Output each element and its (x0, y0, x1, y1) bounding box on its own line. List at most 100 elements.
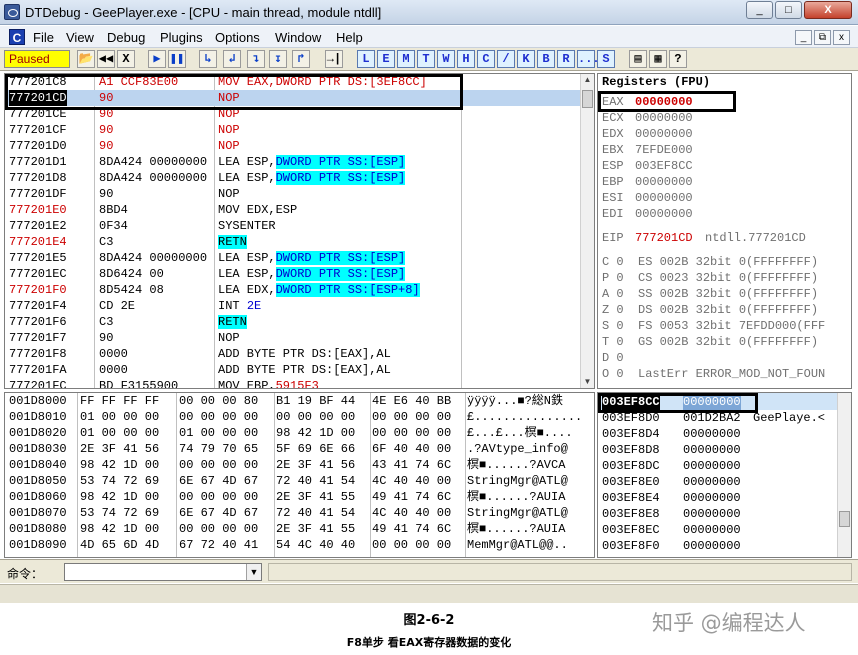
disassembly-row[interactable]: 777201DF 90 NOP (5, 186, 580, 202)
dump-row[interactable]: 001D8090 4D 65 6D 4D 67 72 40 41 54 4C 40 4… (5, 537, 594, 553)
flag-row[interactable]: C 0 ES 002B 32bit 0(FFFFFFFF) (602, 254, 818, 270)
source-window-button[interactable]: S (597, 50, 615, 68)
animate-into-icon[interactable]: ↴ (247, 50, 265, 68)
stack-row[interactable]: 003EF8D4 00000000 (598, 426, 838, 442)
disassembly-row[interactable]: 777201C8 A1 CCF83E00 MOV EAX,DWORD PTR DS:… (5, 74, 580, 90)
stack-pane[interactable]: 003EF8CC 00000000 003EF8D0 001D2BA2 GeePlaye… (597, 392, 852, 558)
stack-row[interactable]: 003EF8DC 00000000 (598, 458, 838, 474)
flag-row[interactable]: D 0 (602, 350, 624, 366)
disassembly-row[interactable]: 777201CD 90 NOP (5, 90, 580, 106)
stack-row[interactable]: 003EF8E8 00000000 (598, 506, 838, 522)
modules-window-button[interactable]: E (377, 50, 395, 68)
flag-row[interactable]: S 0 FS 0053 32bit 7EFDD000(FFF (602, 318, 825, 334)
disassembly-row[interactable]: 777201D1 8DA424 00000000 LEA ESP,DWORD PTR… (5, 154, 580, 170)
disassembly-row[interactable]: 777201CF 90 NOP (5, 122, 580, 138)
disassembly-row[interactable]: 777201F4 CD 2E INT 2E (5, 298, 580, 314)
execute-till-return-icon[interactable]: ↱ (292, 50, 310, 68)
run-trace-window-button[interactable]: ... (577, 50, 600, 68)
dump-row[interactable]: 001D8060 98 42 1D 00 00 00 00 00 2E 3F 41 5… (5, 489, 594, 505)
disassembly-row[interactable]: 777201F0 8D5424 08 LEA EDX,DWORD PTR SS:[E… (5, 282, 580, 298)
scroll-down-icon[interactable]: ▼ (581, 376, 594, 388)
menu-file[interactable]: File (33, 30, 54, 45)
disassembly-row[interactable]: 777201CE 90 NOP (5, 106, 580, 122)
cpu-window-icon[interactable]: C (9, 29, 25, 45)
flag-row[interactable]: P 0 CS 0023 32bit 0(FFFFFFFF) (602, 270, 818, 286)
call-stack-window-button[interactable]: K (517, 50, 535, 68)
stack-row[interactable]: 003EF8D8 00000000 (598, 442, 838, 458)
disassembly-row[interactable]: 777201FC BD F3155900 MOV EBP,5915F3 (5, 378, 580, 388)
disassembly-row[interactable]: 777201FA 0000 ADD BYTE PTR DS:[EAX],AL (5, 362, 580, 378)
dump-row[interactable]: 001D8070 53 74 72 69 6E 67 4D 67 72 40 41 5… (5, 505, 594, 521)
open-icon[interactable]: 📂 (77, 50, 95, 68)
breakpoints-window-button[interactable]: B (537, 50, 555, 68)
scroll-thumb[interactable] (839, 511, 850, 527)
list-icon[interactable]: ▤ (629, 50, 647, 68)
disassembly-row[interactable]: 777201E2 0F34 SYSENTER (5, 218, 580, 234)
disassembly-row[interactable]: 777201EC 8D6424 00 LEA ESP,DWORD PTR SS:[E… (5, 266, 580, 282)
disassembly-scrollbar[interactable]: ▲ ▼ (580, 74, 594, 388)
register-row[interactable]: EBP 00000000 (598, 174, 838, 190)
menu-debug[interactable]: Debug (107, 30, 145, 45)
dump-row[interactable]: 001D8040 98 42 1D 00 00 00 00 00 2E 3F 41 5… (5, 457, 594, 473)
restart-icon[interactable]: ◀◀ (97, 50, 115, 68)
animate-over-icon[interactable]: ↧ (269, 50, 287, 68)
menu-window[interactable]: Window (275, 30, 321, 45)
close-program-icon[interactable]: X (117, 50, 135, 68)
disassembly-row[interactable]: 777201E5 8DA424 00000000 LEA ESP,DWORD PTR… (5, 250, 580, 266)
chevron-down-icon[interactable]: ▼ (246, 564, 261, 580)
dump-row[interactable]: 001D8000 FF FF FF FF 00 00 00 80 B1 19 BF 4… (5, 393, 594, 409)
handles-window-button[interactable]: H (457, 50, 475, 68)
register-row[interactable]: EDI 00000000 (598, 206, 838, 222)
step-into-icon[interactable]: ↳ (199, 50, 217, 68)
menu-options[interactable]: Options (215, 30, 260, 45)
disassembly-row[interactable]: 777201D0 90 NOP (5, 138, 580, 154)
grid-icon[interactable]: ▦ (649, 50, 667, 68)
dump-row[interactable]: 001D8050 53 74 72 69 6E 67 4D 67 72 40 41 5… (5, 473, 594, 489)
threads-window-button[interactable]: T (417, 50, 435, 68)
dump-row[interactable]: 001D8080 98 42 1D 00 00 00 00 00 2E 3F 41 5… (5, 521, 594, 537)
stack-scrollbar[interactable] (837, 393, 851, 557)
disassembly-row[interactable]: 777201F6 C3 RETN (5, 314, 580, 330)
register-row[interactable]: EDX 00000000 (598, 126, 838, 142)
register-row[interactable]: ECX 00000000 (598, 110, 838, 126)
log-window-button[interactable]: L (357, 50, 375, 68)
mdi-minimize-button[interactable]: _ (795, 30, 812, 45)
go-to-icon[interactable]: →| (325, 50, 343, 68)
register-row[interactable]: ESI 00000000 (598, 190, 838, 206)
disassembly-row[interactable]: 777201E4 C3 RETN (5, 234, 580, 250)
flag-row[interactable]: T 0 GS 002B 32bit 0(FFFFFFFF) (602, 334, 818, 350)
stack-row[interactable]: 003EF8CC 00000000 (598, 394, 838, 410)
registers-pane[interactable]: Registers (FPU) EAX 00000000 ECX 00000000 ED… (597, 73, 852, 389)
pause-icon[interactable]: ❚❚ (168, 50, 186, 68)
references-window-button[interactable]: R (557, 50, 575, 68)
register-row-eip[interactable]: EIP 777201CD ntdll.777201CD (598, 230, 838, 246)
patches-window-button[interactable]: / (497, 50, 515, 68)
register-row[interactable]: ESP 003EF8CC (598, 158, 838, 174)
windows-window-button[interactable]: W (437, 50, 455, 68)
command-input[interactable]: ▼ (64, 563, 262, 581)
memory-window-button[interactable]: M (397, 50, 415, 68)
flag-row[interactable]: O 0 LastErr ERROR_MOD_NOT_FOUN (602, 366, 825, 382)
stack-row[interactable]: 003EF8E4 00000000 (598, 490, 838, 506)
disassembly-row[interactable]: 777201D8 8DA424 00000000 LEA ESP,DWORD PTR… (5, 170, 580, 186)
minimize-button[interactable]: _ (746, 1, 773, 19)
cpu-window-button[interactable]: C (477, 50, 495, 68)
dump-row[interactable]: 001D8020 01 00 00 00 01 00 00 00 98 42 1D 0… (5, 425, 594, 441)
menu-plugins[interactable]: Plugins (160, 30, 203, 45)
dump-row[interactable]: 001D8030 2E 3F 41 56 74 79 70 65 5F 69 6E 6… (5, 441, 594, 457)
stack-row[interactable]: 003EF8F0 00000000 (598, 538, 838, 554)
dump-row[interactable]: 001D8010 01 00 00 00 00 00 00 00 00 00 00 0… (5, 409, 594, 425)
menu-help[interactable]: Help (336, 30, 363, 45)
register-row[interactable]: EBX 7EFDE000 (598, 142, 838, 158)
stack-row[interactable]: 003EF8D0 001D2BA2 GeePlaye.< (598, 410, 838, 426)
disassembly-row[interactable]: 777201E0 8BD4 MOV EDX,ESP (5, 202, 580, 218)
scroll-up-icon[interactable]: ▲ (581, 74, 594, 86)
menu-view[interactable]: View (66, 30, 94, 45)
stack-row[interactable]: 003EF8EC 00000000 (598, 522, 838, 538)
stack-row[interactable]: 003EF8E0 00000000 (598, 474, 838, 490)
scroll-thumb[interactable] (582, 90, 593, 108)
disassembly-row[interactable]: 777201F8 0000 ADD BYTE PTR DS:[EAX],AL (5, 346, 580, 362)
mdi-close-button[interactable]: x (833, 30, 850, 45)
close-button[interactable]: X (804, 1, 852, 19)
help-icon[interactable]: ? (669, 50, 687, 68)
